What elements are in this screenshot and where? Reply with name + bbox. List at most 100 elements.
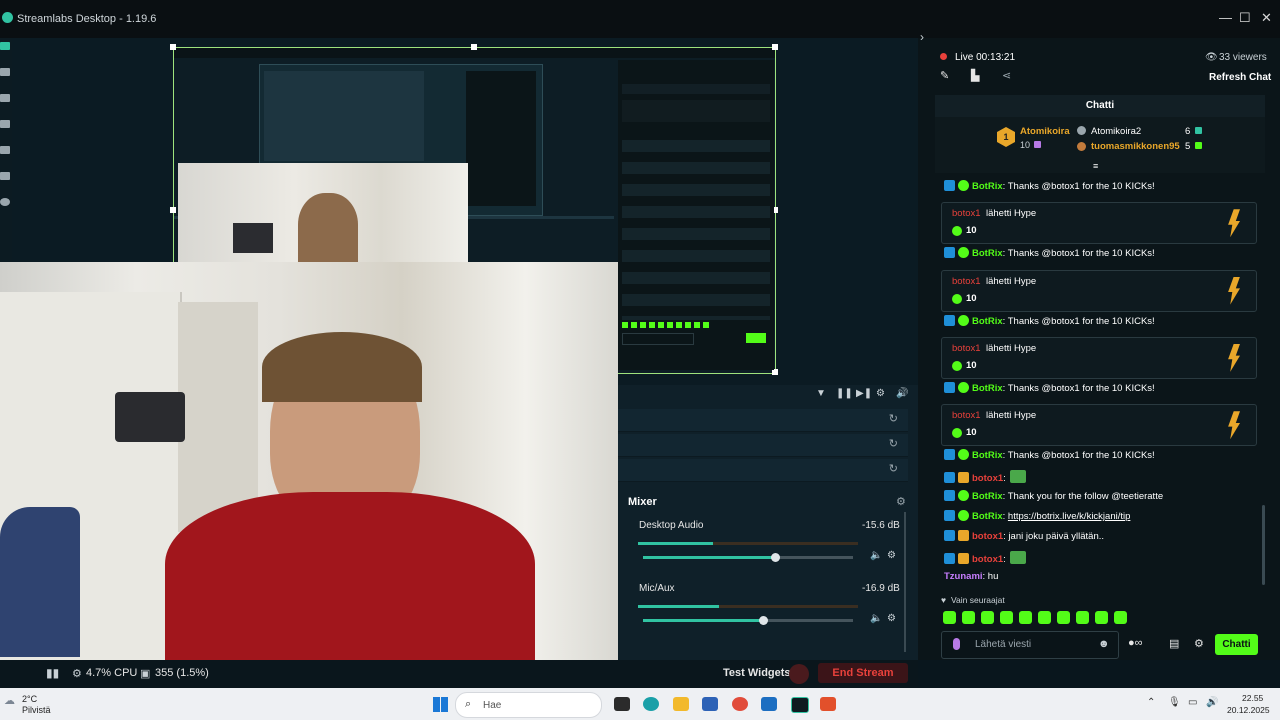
chat-input-placeholder[interactable]: Lähetä viesti <box>975 639 1031 650</box>
refresh-icon[interactable]: ↻ <box>889 412 898 425</box>
emote-icon[interactable] <box>1095 611 1108 624</box>
streamlabs-icon[interactable] <box>791 697 809 713</box>
end-stream-button[interactable]: End Stream <box>818 663 908 683</box>
emote-icon[interactable] <box>1038 611 1051 624</box>
tools-icon[interactable] <box>0 120 10 128</box>
mixer-scrollbar[interactable] <box>904 512 906 652</box>
volume-slider[interactable] <box>643 616 853 625</box>
store-icon[interactable]: ▤ <box>1169 637 1179 650</box>
close-button[interactable]: ✕ <box>1261 10 1272 26</box>
volume-slider[interactable] <box>643 553 853 562</box>
chat-username[interactable]: BotRix <box>972 248 1003 259</box>
share-icon[interactable]: ⋖ <box>1002 69 1011 82</box>
webcam-main-source[interactable] <box>0 262 618 660</box>
emote-icon[interactable] <box>1076 611 1089 624</box>
chat-username[interactable]: botox1 <box>972 473 1003 484</box>
store-icon[interactable] <box>0 146 10 154</box>
microphone-tray-icon[interactable]: 🎙 <box>1168 697 1181 708</box>
taskbar-search[interactable]: ⌕ Hae <box>455 692 602 718</box>
outlook-icon[interactable] <box>761 697 777 711</box>
resize-handle[interactable] <box>772 44 778 50</box>
chat-username[interactable]: botox1 <box>952 276 981 287</box>
emote-icon[interactable] <box>1019 611 1032 624</box>
chat-username[interactable]: botox1 <box>952 343 981 354</box>
refresh-chat-button[interactable]: Refresh Chat <box>1209 72 1271 83</box>
test-widgets-button[interactable]: Test Widgets <box>723 667 791 679</box>
record-icon[interactable] <box>0 198 10 206</box>
emote-icon[interactable] <box>962 611 975 624</box>
source-row[interactable]: ↻ <box>618 434 908 457</box>
dashboard-icon[interactable]: ▙ <box>971 69 979 82</box>
chat-username[interactable]: BotRix <box>972 491 1003 502</box>
volume-icon[interactable]: 🔊 <box>896 388 908 399</box>
dashboard-icon[interactable] <box>0 172 10 180</box>
emote-icon[interactable] <box>1057 611 1070 624</box>
channel-settings-icon[interactable]: ⚙ <box>887 613 896 624</box>
emote-icon[interactable] <box>1114 611 1127 624</box>
chat-input-box[interactable]: Lähetä viesti ☻ <box>941 631 1119 659</box>
chat-username[interactable]: botox1 <box>972 554 1003 565</box>
volume-tray-icon[interactable]: 🔊 <box>1206 697 1218 708</box>
clock-date[interactable]: 20.12.2025 <box>1227 705 1270 715</box>
chat-username[interactable]: Tzunami <box>944 571 983 582</box>
tray-chevron-icon[interactable]: ⌃ <box>1147 697 1155 708</box>
emoji-icon[interactable]: ☻ <box>1098 638 1110 650</box>
weather-description[interactable]: Pilvistä <box>22 705 51 715</box>
pause-icon[interactable]: ❚❚ <box>836 388 853 399</box>
refresh-icon[interactable]: ↻ <box>889 437 898 450</box>
settings-icon[interactable]: ⚙ <box>876 388 885 399</box>
chat-scrollbar[interactable] <box>1262 505 1265 585</box>
resize-handle[interactable] <box>170 207 176 213</box>
mixer-settings-icon[interactable]: ⚙ <box>896 495 906 508</box>
file-explorer-icon[interactable] <box>673 697 689 711</box>
chrome-icon[interactable] <box>732 697 748 711</box>
edit-icon[interactable]: ✎ <box>940 69 949 82</box>
chat-username[interactable]: BotRix <box>972 316 1003 327</box>
chat-username[interactable]: BotRix <box>972 450 1003 461</box>
network-icon[interactable]: ▭ <box>1188 697 1197 708</box>
chat-username[interactable]: botox1 <box>952 208 981 219</box>
channel-settings-icon[interactable]: ⚙ <box>887 550 896 561</box>
themes-icon[interactable] <box>0 68 10 76</box>
chat-username[interactable]: botox1 <box>972 531 1003 542</box>
chat-link[interactable]: https://botrix.live/k/kickjani/tip <box>1008 511 1131 522</box>
editor-icon[interactable] <box>0 42 10 50</box>
chat-username[interactable]: BotRix <box>972 383 1003 394</box>
stats-icon[interactable]: ▮▮ <box>46 666 59 680</box>
send-chat-button[interactable]: Chatti <box>1215 634 1258 655</box>
chat-username[interactable]: BotRix <box>972 181 1003 192</box>
layout-icon[interactable] <box>0 94 10 102</box>
source-row[interactable]: ↻ <box>618 409 908 432</box>
filter-icon[interactable]: ▼ <box>816 388 826 399</box>
emote-icon[interactable] <box>1000 611 1013 624</box>
chat-username[interactable]: BotRix <box>972 511 1003 522</box>
volume-slider-knob[interactable] <box>758 616 768 625</box>
chat-username[interactable]: botox1 <box>952 410 981 421</box>
microphone-icon[interactable] <box>953 638 960 650</box>
emote-icon[interactable] <box>943 611 956 624</box>
next-icon[interactable]: ▶❚ <box>856 388 872 399</box>
record-button[interactable] <box>789 664 809 684</box>
minimize-button[interactable]: — <box>1219 10 1232 25</box>
resize-handle[interactable] <box>471 44 477 50</box>
source-row[interactable]: ↻ <box>618 459 908 482</box>
clock-time[interactable]: 22.55 <box>1242 693 1263 703</box>
expand-leaderboard-icon[interactable]: ≡ <box>1093 161 1098 171</box>
start-button-icon[interactable] <box>433 697 448 712</box>
emote-icon[interactable] <box>981 611 994 624</box>
edge-icon[interactable] <box>643 697 659 711</box>
refresh-icon[interactable]: ↻ <box>889 462 898 475</box>
store-app-icon[interactable] <box>702 697 718 711</box>
weather-temperature[interactable]: 2°C <box>22 694 37 704</box>
kick-points-icon[interactable]: ●∞ <box>1128 637 1143 649</box>
task-view-icon[interactable] <box>614 697 630 711</box>
maximize-button[interactable]: ☐ <box>1239 10 1251 26</box>
webcam-small-source[interactable] <box>178 163 468 263</box>
brave-icon[interactable] <box>820 697 836 711</box>
weather-icon[interactable]: ☁ <box>4 694 15 707</box>
taskbar-search-placeholder[interactable]: Hae <box>483 700 501 711</box>
resize-handle[interactable] <box>170 44 176 50</box>
mute-icon[interactable]: 🔈 <box>870 613 882 624</box>
collapse-panel-icon[interactable]: › <box>920 30 924 44</box>
mute-icon[interactable]: 🔈 <box>870 550 882 561</box>
